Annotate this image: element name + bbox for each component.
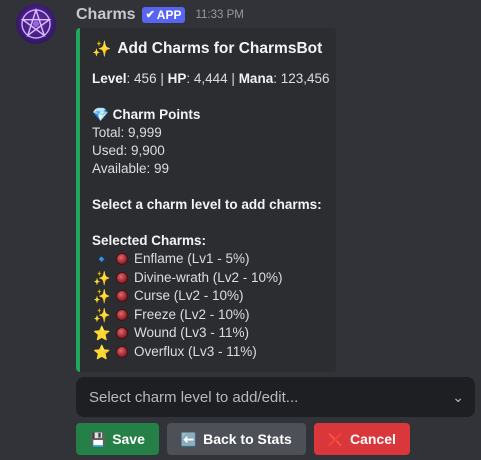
sparkles-icon: ✨ [93,269,111,286]
sparkles-icon: ✨ [93,306,111,323]
author-name[interactable]: Charms [76,6,136,24]
gem-icon: 💎 [92,107,109,122]
charm-level-select[interactable]: Select charm level to add/edit... ⌄ [76,377,475,417]
selected-charms-label: Selected Charms: [92,233,207,248]
left-arrow-icon: ⬅️ [180,431,198,447]
charm-item: ⭐ Wound (Lv3 - 11%) [92,324,324,343]
selected-charms-heading: Selected Charms: [92,232,324,250]
embed-title: ✨ Add Charms for CharmsBot [92,38,324,60]
charm-label: Enflame (Lv1 - 5%) [134,251,250,267]
cancel-button[interactable]: ❌ Cancel [313,423,410,455]
charm-item: 🔹 Enflame (Lv1 - 5%) [92,250,324,269]
save-button[interactable]: 💾 Save [76,423,159,455]
stats-line: Level: 456 | HP: 4,444 | Mana: 123,456 [92,71,330,86]
cancel-button-label: Cancel [349,431,396,447]
charm-points-heading: 💎 Charm Points [92,106,324,124]
cross-mark-icon: ❌ [327,431,344,447]
charm-label: Wound (Lv3 - 11%) [134,325,250,341]
charm-item: ✨ Divine-wrath (Lv2 - 10%) [92,269,324,288]
back-to-stats-button[interactable]: ⬅️ Back to Stats [166,423,306,455]
message-header: Charms ✔ APP 11:33 PM [76,5,244,25]
blue-diamond-icon: 🔹 [93,251,111,268]
floppy-disk-icon: 💾 [90,431,107,447]
back-button-label: Back to Stats [203,431,292,447]
embed-body: Level: 456 | HP: 4,444 | Mana: 123,456 💎… [92,70,330,361]
app-badge: ✔ APP [141,7,186,23]
points-used: Used: 9,900 [92,143,165,158]
save-button-label: Save [112,431,145,447]
hp-value: 4,444 [193,71,228,86]
charm-list: 🔹 Enflame (Lv1 - 5%) ✨ Divine-wrath (Lv2… [92,250,324,361]
charm-item: ✨ Freeze (Lv2 - 10%) [92,306,324,325]
charm-item: ⭐ Overflux (Lv3 - 11%) [92,343,324,362]
charm-icon [112,271,132,284]
star-icon: ⭐ [93,343,111,360]
star-icon: ⭐ [93,325,111,342]
charm-label: Divine-wrath (Lv2 - 10%) [134,269,283,285]
avatar[interactable] [16,4,56,44]
sparkles-icon: ✨ [92,40,112,58]
timestamp[interactable]: 11:33 PM [195,9,243,21]
points-total: Total: 9,999 [92,125,162,140]
charm-item: ✨ Curse (Lv2 - 10%) [92,287,324,306]
bot-message: Charms ✔ APP 11:33 PM ✨ Add Charms for C… [0,0,481,460]
embed-title-text: Add Charms for CharmsBot [117,40,323,57]
sparkles-icon: ✨ [93,288,111,305]
pentagram-icon [20,7,52,39]
charm-icon [112,345,132,358]
select-prompt: Select a charm level to add charms: [92,196,324,214]
charm-label: Curse (Lv2 - 10%) [134,288,244,304]
charm-label: Freeze (Lv2 - 10%) [134,306,250,322]
app-badge-label: APP [156,8,182,22]
action-buttons: 💾 Save ⬅️ Back to Stats ❌ Cancel [76,423,410,455]
mana-value: 123,456 [280,71,330,86]
select-placeholder: Select charm level to add/edit... [89,388,299,406]
level-value: 456 [134,71,157,86]
charm-points-label: Charm Points [112,107,201,122]
mana-label: Mana [238,71,274,86]
charm-icon [112,253,132,266]
embed-card: ✨ Add Charms for CharmsBot Level: 456 | … [76,28,336,372]
select-prompt-text: Select a charm level to add charms: [92,197,322,212]
points-available: Available: 99 [92,161,170,176]
charm-label: Overflux (Lv3 - 11%) [134,343,257,359]
charm-icon [112,327,132,340]
chevron-down-icon: ⌄ [452,389,464,405]
hp-label: HP [167,71,187,86]
checkmark-icon: ✔ [145,8,155,21]
charm-icon [112,308,132,321]
level-label: Level [92,71,127,86]
charm-icon [112,290,132,303]
